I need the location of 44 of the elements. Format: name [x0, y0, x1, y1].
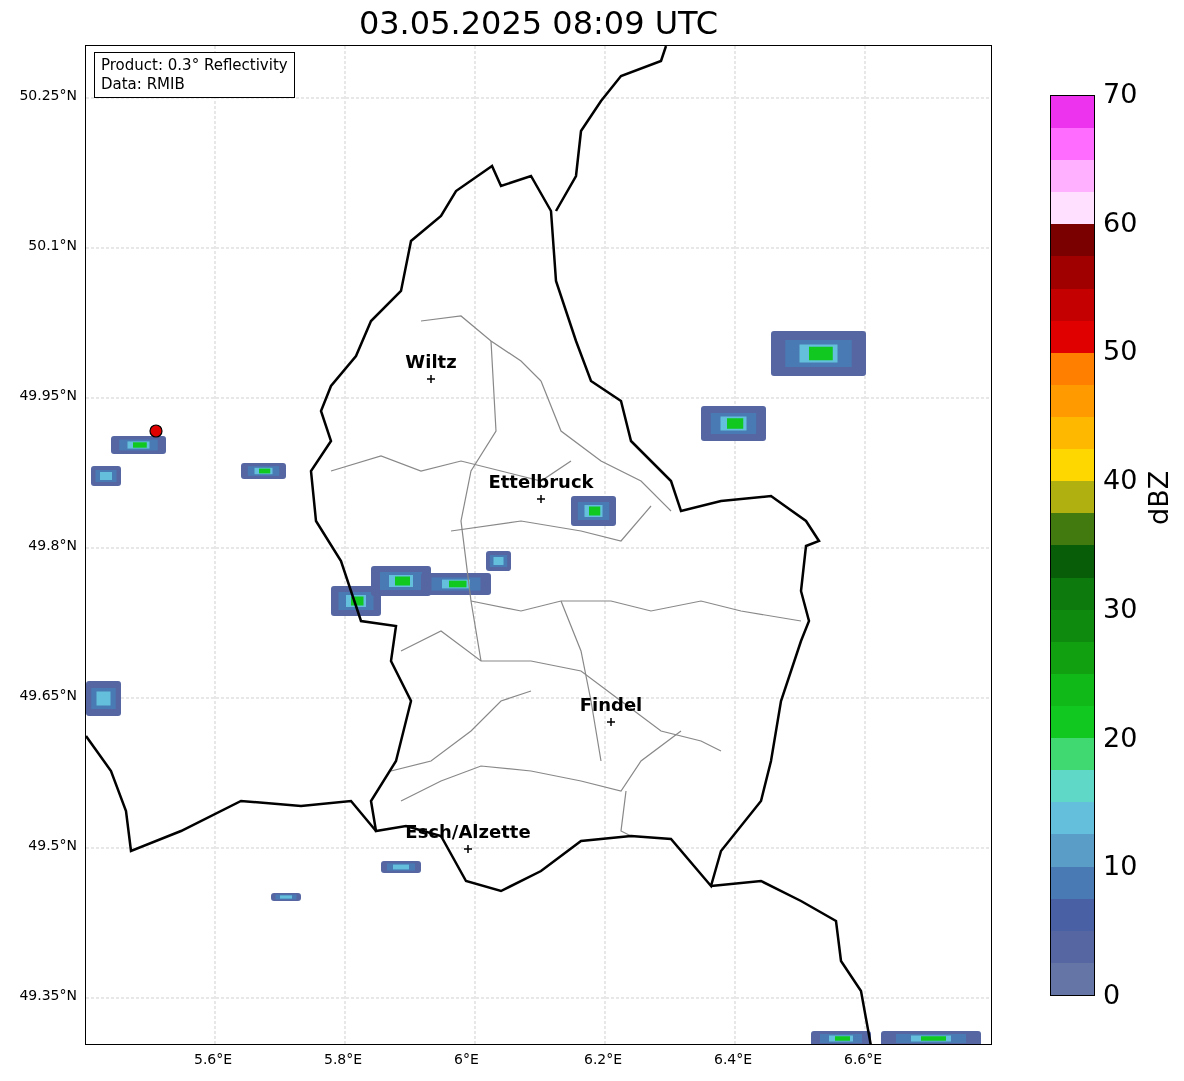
radar-echo	[421, 573, 491, 595]
city-marker-icon	[463, 844, 473, 854]
x-tick-label: 6.2°E	[584, 1051, 623, 1067]
radar-echo	[381, 861, 421, 873]
y-tick-label: 50.25°N	[19, 87, 77, 103]
radar-echo	[111, 436, 166, 454]
radar-echo	[701, 406, 766, 441]
city-label: Ettelbruck	[488, 471, 594, 492]
radar-echo	[571, 496, 616, 526]
radar-site-marker	[149, 424, 163, 438]
colorbar-tick-label: 60	[1103, 206, 1138, 238]
city-label: Wiltz	[405, 351, 457, 372]
city-marker-icon	[536, 494, 546, 504]
radar-echo	[486, 551, 511, 571]
radar-echo	[241, 463, 286, 479]
city-label: Findel	[579, 694, 643, 715]
colorbar-tick-label: 0	[1103, 979, 1121, 1010]
y-tick-label: 49.65°N	[19, 687, 77, 703]
colorbar-label: dBZ	[1143, 470, 1174, 525]
x-tick-label: 5.6°E	[194, 1051, 233, 1067]
city-marker-icon	[606, 717, 616, 727]
radar-echo	[811, 1031, 871, 1044]
y-tick-label: 49.5°N	[28, 837, 77, 853]
colorbar-tick-label: 30	[1103, 592, 1138, 624]
x-tick-label: 6.4°E	[714, 1051, 753, 1067]
city-marker-icon	[426, 374, 436, 384]
colorbar-tick-label: 70	[1103, 78, 1138, 109]
y-tick-label: 49.8°N	[28, 537, 77, 553]
colorbar-tick-label: 50	[1103, 335, 1138, 367]
y-tick-label: 49.95°N	[19, 387, 77, 403]
colorbar-tick-label: 20	[1103, 721, 1138, 753]
radar-echo	[271, 893, 301, 901]
colorbar-tick-label: 10	[1103, 850, 1138, 882]
y-tick-label: 49.35°N	[19, 987, 77, 1003]
x-tick-label: 5.8°E	[324, 1051, 363, 1067]
colorbar-tick-label: 40	[1103, 464, 1138, 496]
x-tick-label: 6.6°E	[844, 1051, 883, 1067]
y-tick-label: 50.1°N	[28, 237, 77, 253]
x-tick-label: 6°E	[454, 1051, 479, 1067]
radar-echo	[86, 681, 121, 716]
radar-echo	[91, 466, 121, 486]
legend-text: Data: RMIB	[101, 75, 186, 94]
legend-text: Product: 0.3° Reflectivity	[101, 56, 288, 75]
chart-title: 03.05.2025 08:09 UTC	[357, 3, 719, 42]
